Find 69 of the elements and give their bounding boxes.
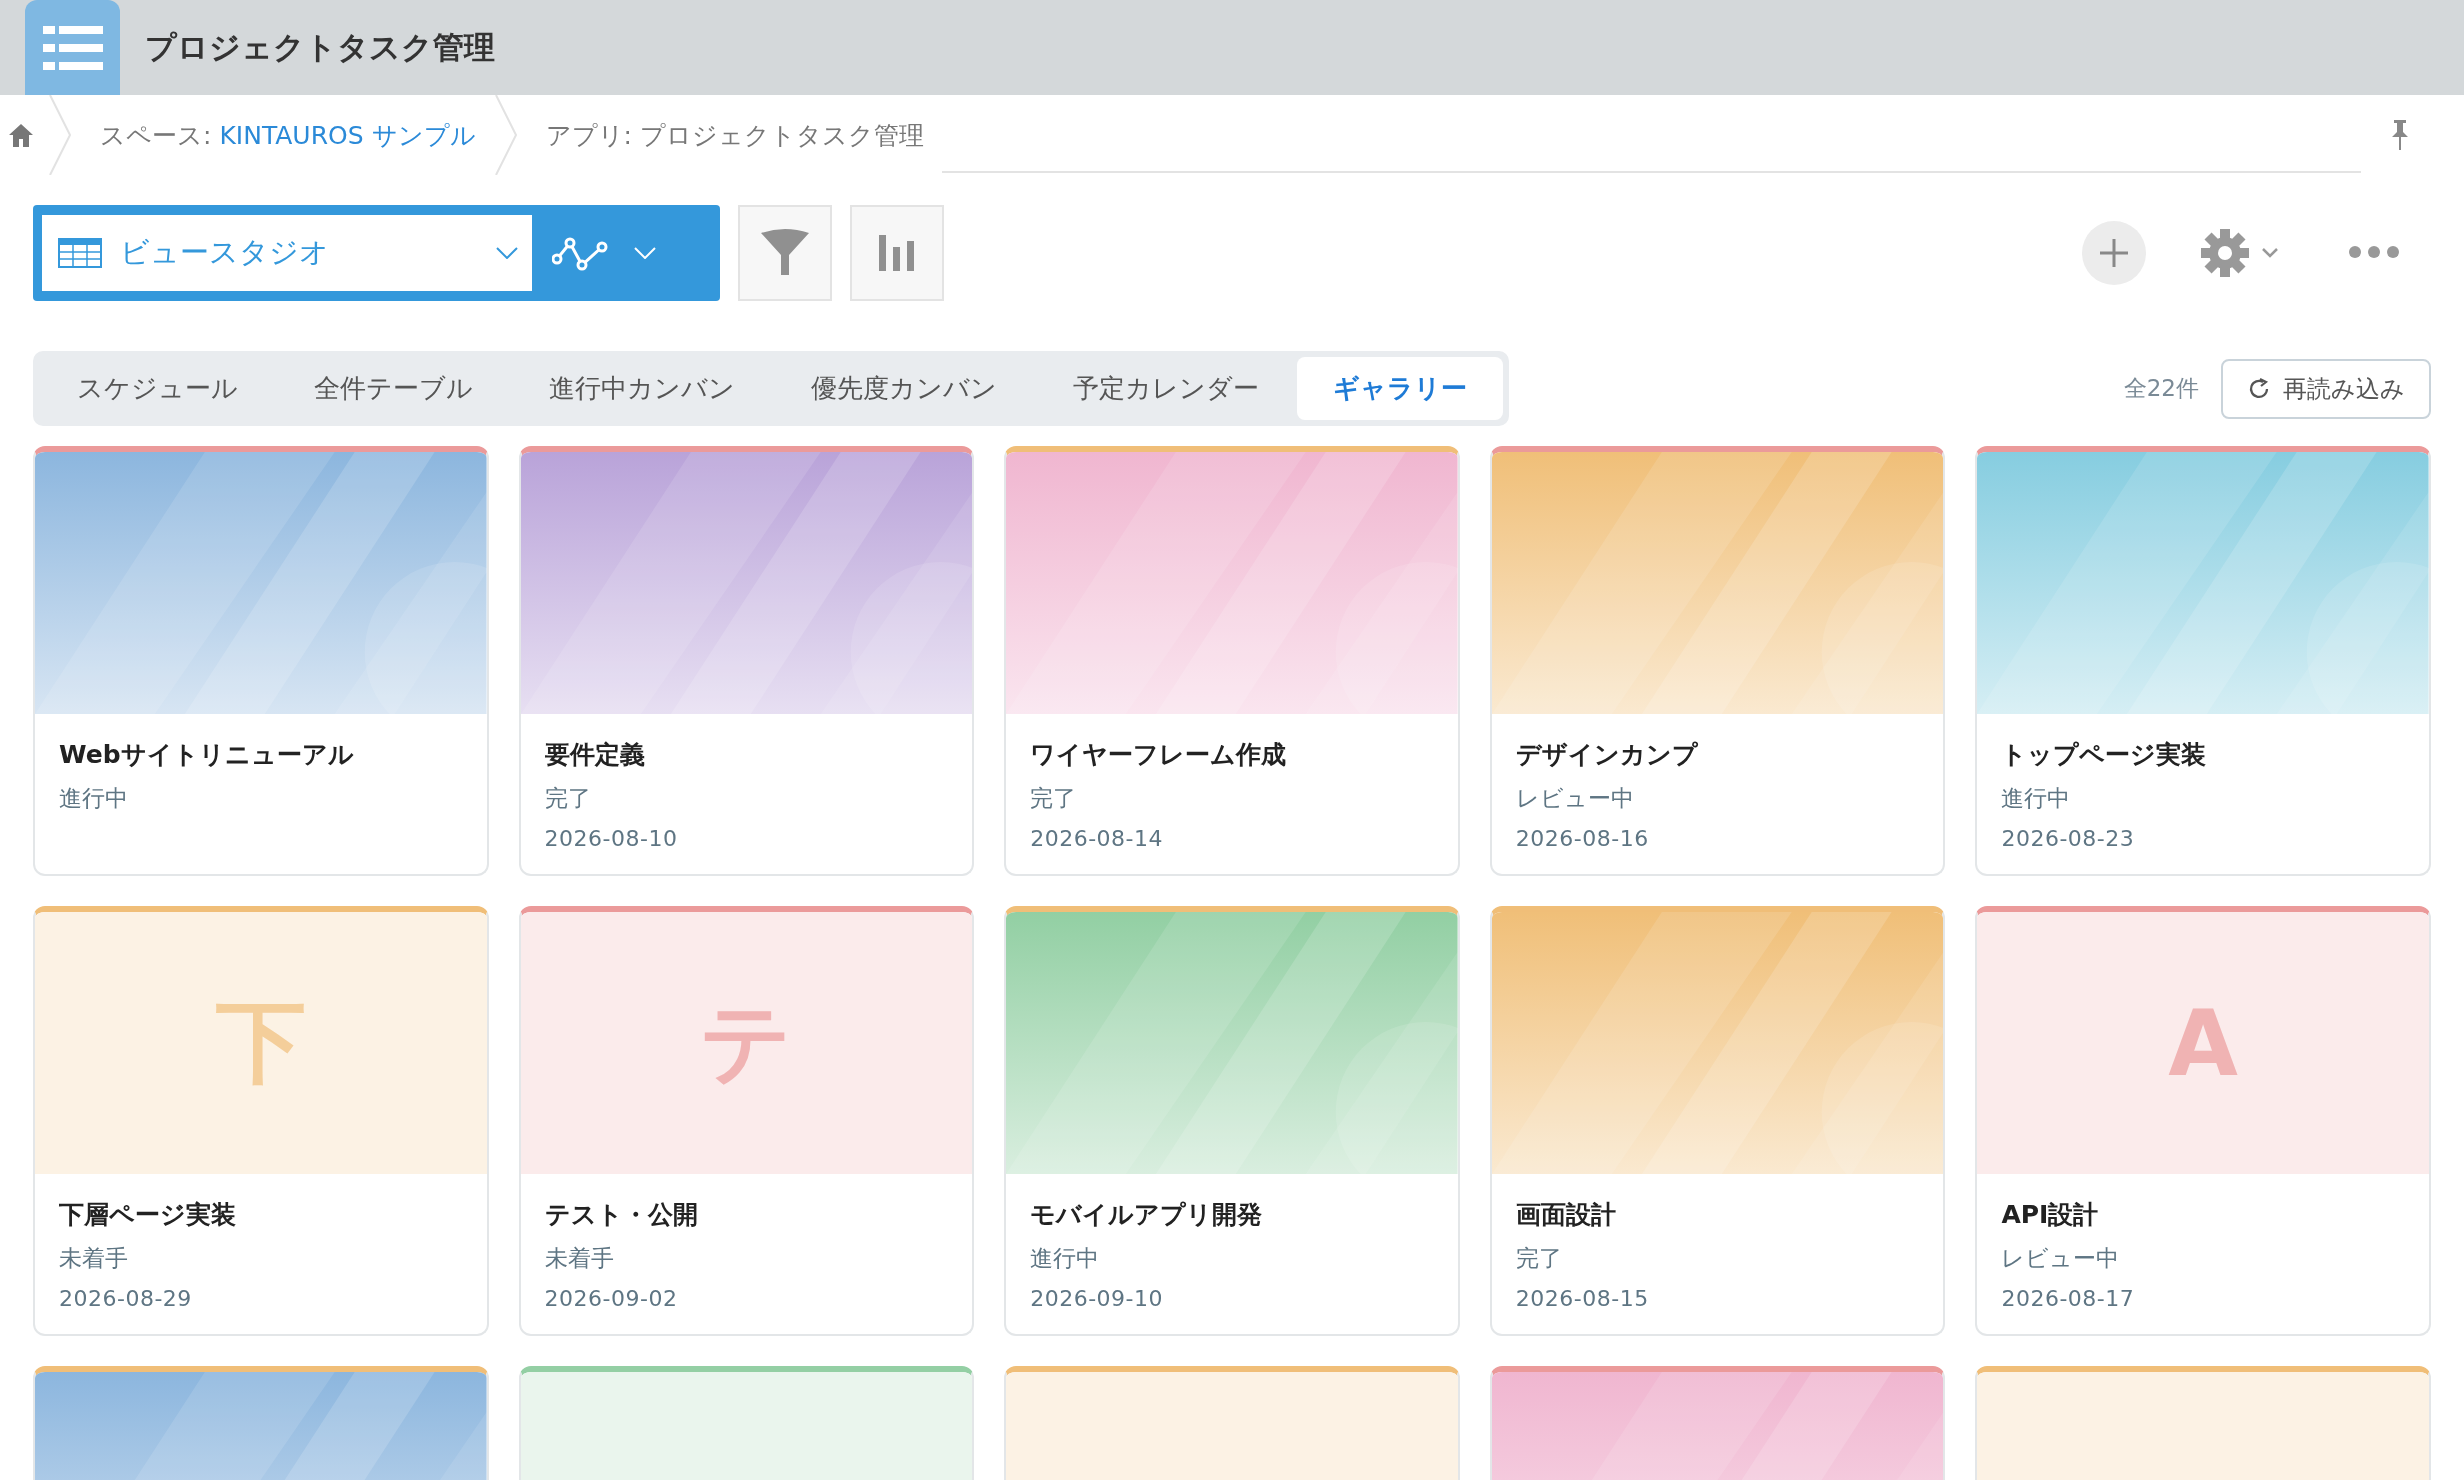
gallery-card[interactable]: 下 下層ページ実装 未着手 2026-08-29 xyxy=(33,906,489,1336)
gallery-card[interactable]: A API設計 レビュー中 2026-08-17 xyxy=(1975,906,2431,1336)
card-date: 2026-09-02 xyxy=(544,1286,679,1311)
card-title: 要件定義 xyxy=(544,739,646,771)
card-status: レビュー中 xyxy=(2001,1244,2121,1273)
record-count: 全22件 xyxy=(2123,374,2199,403)
breadcrumb-label: スペース: xyxy=(100,119,212,152)
thumbnail-letter: テ xyxy=(700,988,793,1096)
card-status: 完了 xyxy=(1030,784,1078,813)
card-title: トップページ実装 xyxy=(2001,739,2208,771)
card-status: レビュー中 xyxy=(1515,784,1635,813)
reload-button[interactable]: 再読み込み xyxy=(2221,358,2431,419)
view-tab[interactable]: 優先度カンバン xyxy=(773,357,1035,420)
card-status: 未着手 xyxy=(59,1244,129,1273)
gallery-card[interactable]: テ テスト・公開 未着手 2026-09-02 xyxy=(518,906,975,1336)
filter-button[interactable] xyxy=(738,205,832,301)
home-icon[interactable] xyxy=(8,122,34,148)
table-icon xyxy=(58,238,102,268)
chevron-down-icon xyxy=(634,247,656,259)
breadcrumb-item: アプリ: プロジェクトタスク管理 xyxy=(544,119,925,152)
card-date: 2026-08-29 xyxy=(59,1286,193,1311)
gallery-card[interactable]: Webサイトリニューアル 進行中 xyxy=(33,446,489,876)
gallery-card[interactable]: トップページ実装 進行中 2026-08-23 xyxy=(1975,446,2431,876)
plus-icon xyxy=(2098,237,2130,269)
more-icon xyxy=(2348,244,2400,259)
view-tab[interactable]: 全件テーブル xyxy=(276,357,511,420)
gallery-card[interactable]: デザインカンプ レビュー中 2026-08-16 xyxy=(1489,446,1946,876)
gallery-card[interactable]: 要件定義 完了 2026-08-10 xyxy=(518,446,975,876)
card-status: 未着手 xyxy=(544,1244,615,1273)
card-date: 2026-08-10 xyxy=(544,826,679,851)
app-title: プロジェクトタスク管理 xyxy=(145,27,495,67)
card-status: 完了 xyxy=(544,784,592,813)
card-status: 完了 xyxy=(1515,1244,1563,1273)
card-title: 下層ページ実装 xyxy=(59,1199,237,1231)
chart-button[interactable] xyxy=(850,205,944,301)
card-status: 進行中 xyxy=(1030,1244,1101,1273)
card-title: Webサイトリニューアル xyxy=(59,739,355,771)
view-tab[interactable]: 進行中カンバン xyxy=(511,357,773,420)
card-title: モバイルアプリ開発 xyxy=(1030,1199,1264,1231)
view-tab[interactable]: 予定カレンダー xyxy=(1035,357,1297,420)
card-date: 2026-08-16 xyxy=(1515,826,1650,851)
thumbnail-letter: 下 xyxy=(215,988,306,1096)
line-graph-icon xyxy=(552,235,608,271)
gallery-card[interactable]: 画面設計 完了 2026-08-15 xyxy=(1489,906,1946,1336)
card-date: 2026-08-15 xyxy=(1515,1286,1650,1311)
card-status: 進行中 xyxy=(59,784,129,813)
card-title: ワイヤーフレーム作成 xyxy=(1030,739,1288,771)
card-status: 進行中 xyxy=(2001,784,2072,813)
gear-icon xyxy=(2200,228,2250,278)
gallery-card[interactable]: ワイヤーフレーム作成 完了 2026-08-14 xyxy=(1004,446,1460,876)
space-link[interactable]: KINTAUROS サンプル xyxy=(219,118,476,152)
card-date: 2026-08-17 xyxy=(2001,1286,2136,1311)
card-date: 2026-08-14 xyxy=(1030,826,1165,851)
refresh-icon xyxy=(2247,376,2271,401)
chevron-down-icon xyxy=(496,247,518,259)
view-tab[interactable]: スケジュール xyxy=(39,357,276,420)
view-tab[interactable]: ギャラリー xyxy=(1297,357,1503,420)
chevron-down-icon xyxy=(2262,248,2278,258)
card-title: デザインカンプ xyxy=(1515,739,1699,771)
bar-chart-icon xyxy=(877,233,917,273)
card-date: 2026-08-23 xyxy=(2001,826,2136,851)
pin-icon[interactable] xyxy=(2391,119,2409,151)
card-title: テスト・公開 xyxy=(544,1199,699,1231)
card-title: API設計 xyxy=(2001,1199,2100,1231)
card-date: 2026-09-10 xyxy=(1030,1286,1165,1311)
card-title: 画面設計 xyxy=(1515,1199,1617,1231)
gallery-card[interactable]: モバイルアプリ開発 進行中 2026-09-10 xyxy=(1004,906,1460,1336)
list-icon xyxy=(42,25,103,70)
thumbnail-letter: A xyxy=(2168,990,2238,1096)
